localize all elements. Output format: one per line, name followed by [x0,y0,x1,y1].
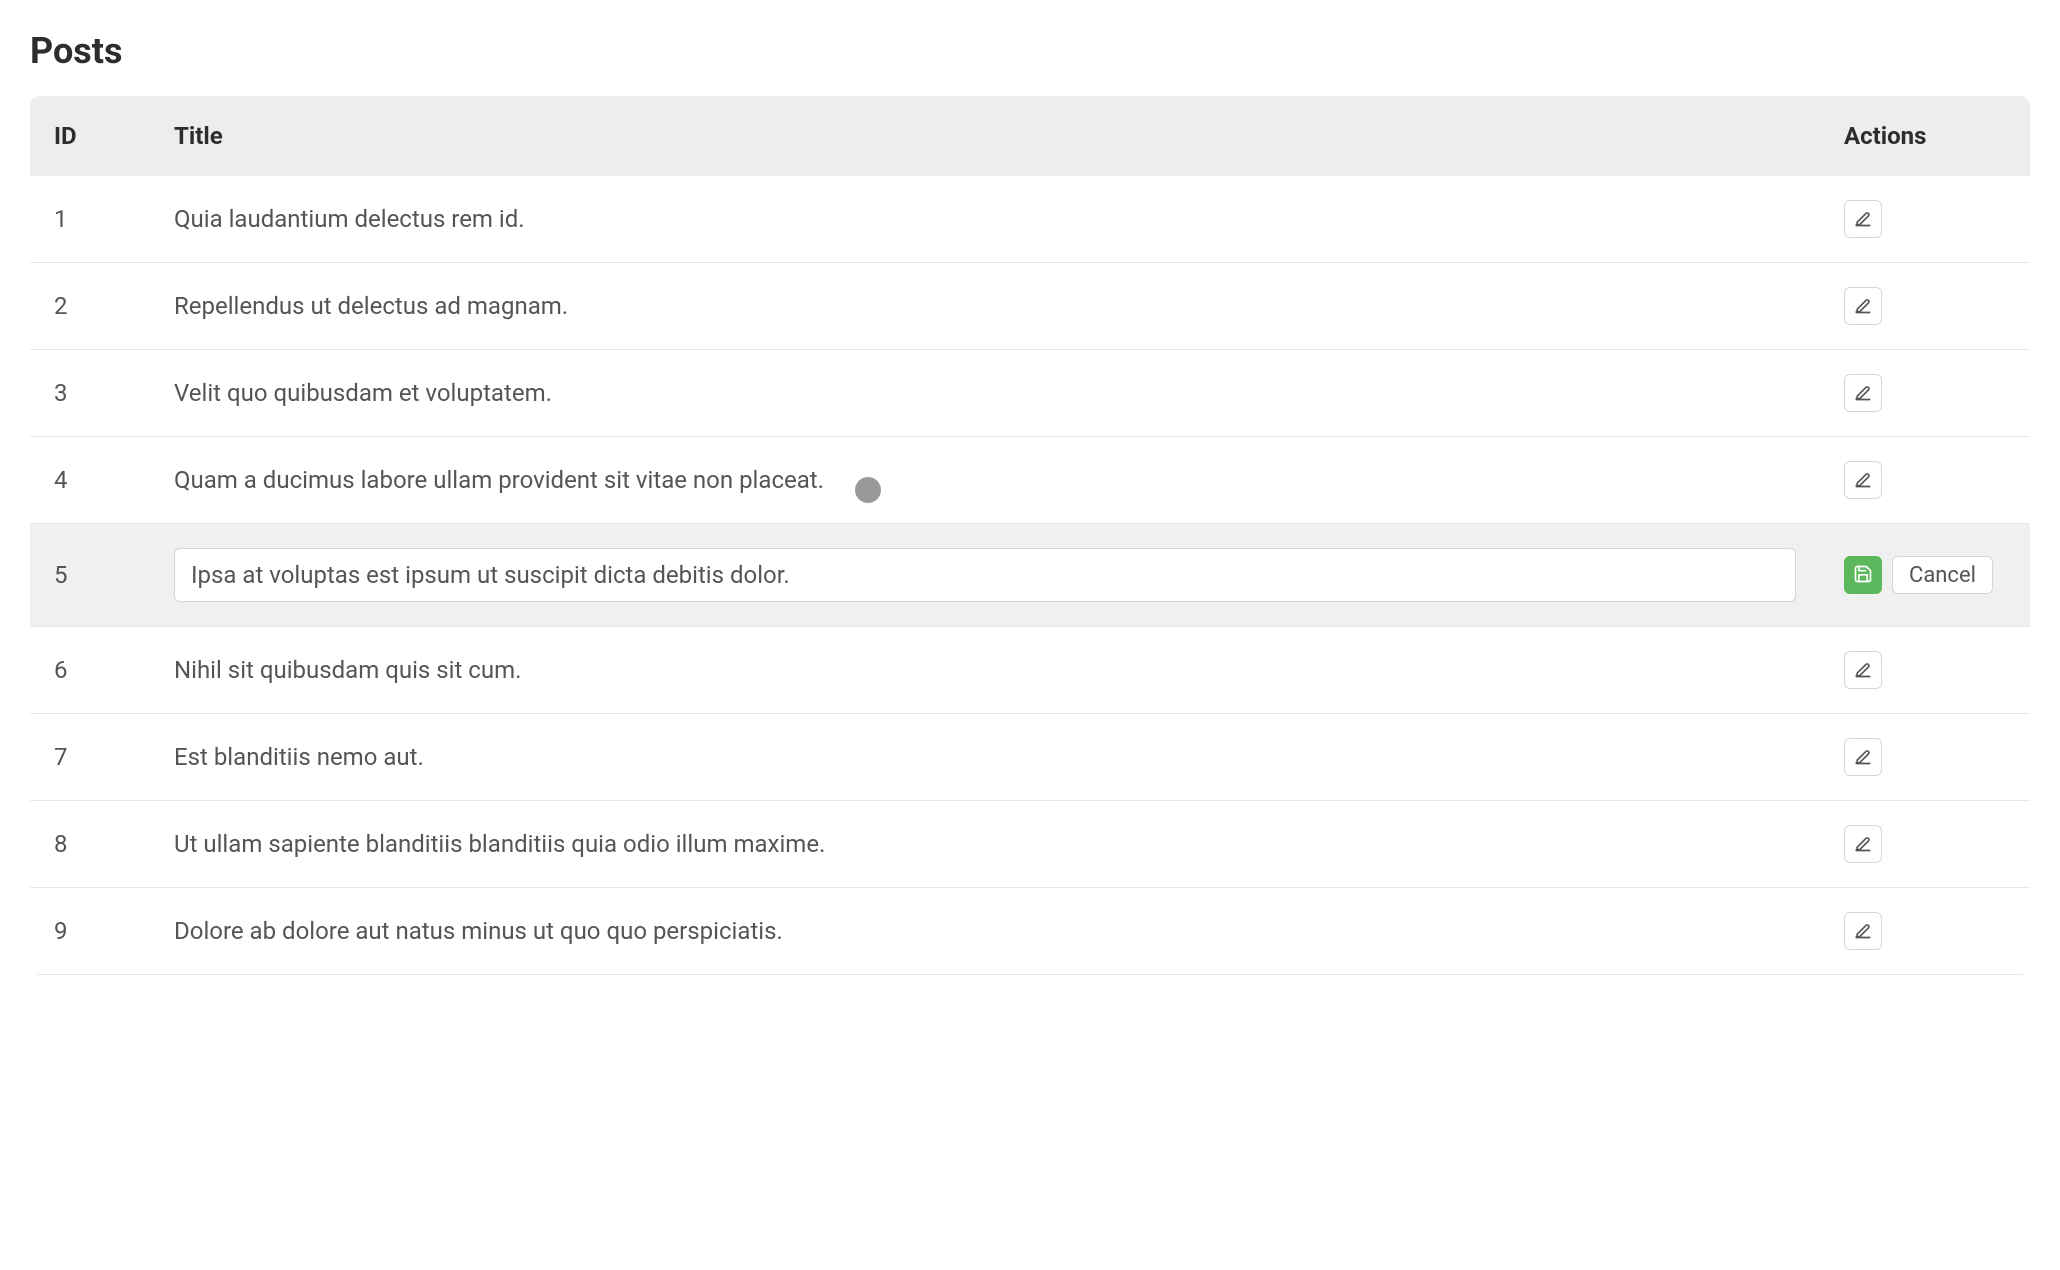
cell-actions: Cancel [1820,524,2030,627]
edit-button[interactable] [1844,912,1882,950]
action-group [1844,912,2006,950]
cell-title: Quam a ducimus labore ullam provident si… [150,437,1820,524]
action-group [1844,651,2006,689]
title-edit-input[interactable] [174,548,1796,602]
cell-id: 1 [30,176,150,263]
table-row: 5 Cancel [30,524,2030,627]
edit-icon [1853,833,1873,856]
cell-title: Repellendus ut delectus ad magnam. [150,263,1820,350]
edit-button[interactable] [1844,651,1882,689]
edit-button[interactable] [1844,461,1882,499]
cell-actions [1820,350,2030,437]
edit-button[interactable] [1844,287,1882,325]
cell-id: 5 [30,524,150,627]
cell-id: 7 [30,714,150,801]
save-button[interactable] [1844,556,1882,594]
edit-button[interactable] [1844,825,1882,863]
action-group [1844,287,2006,325]
edit-icon [1853,659,1873,682]
cell-actions [1820,714,2030,801]
posts-table-wrap: ID Title Actions 1Quia laudantium delect… [30,96,2030,975]
cell-title: Dolore ab dolore aut natus minus ut quo … [150,888,1820,975]
edit-icon [1853,746,1873,769]
table-row: 2Repellendus ut delectus ad magnam. [30,263,2030,350]
cell-actions [1820,801,2030,888]
cell-actions [1820,437,2030,524]
edit-button[interactable] [1844,200,1882,238]
cancel-button[interactable]: Cancel [1892,556,1993,594]
edit-button[interactable] [1844,374,1882,412]
action-group [1844,461,2006,499]
action-group [1844,738,2006,776]
table-row: 1Quia laudantium delectus rem id. [30,176,2030,263]
table-row: 9Dolore ab dolore aut natus minus ut quo… [30,888,2030,975]
cell-title: Ut ullam sapiente blanditiis blanditiis … [150,801,1820,888]
page-title: Posts [30,30,2030,72]
cell-actions [1820,888,2030,975]
table-row: 6Nihil sit quibusdam quis sit cum. [30,627,2030,714]
action-group [1844,825,2006,863]
edit-icon [1853,920,1873,943]
action-group: Cancel [1844,556,2006,594]
table-row: 8Ut ullam sapiente blanditiis blanditiis… [30,801,2030,888]
cell-title: Est blanditiis nemo aut. [150,714,1820,801]
column-header-id: ID [30,96,150,176]
cell-id: 4 [30,437,150,524]
cell-id: 9 [30,888,150,975]
cell-title: Quia laudantium delectus rem id. [150,176,1820,263]
cell-id: 3 [30,350,150,437]
action-group [1844,374,2006,412]
table-row: 4Quam a ducimus labore ullam provident s… [30,437,2030,524]
cell-actions [1820,176,2030,263]
table-header-row: ID Title Actions [30,96,2030,176]
action-group [1844,200,2006,238]
cell-id: 8 [30,801,150,888]
edit-icon [1853,382,1873,405]
column-header-title: Title [150,96,1820,176]
cell-id: 2 [30,263,150,350]
cell-id: 6 [30,627,150,714]
table-row: 3Velit quo quibusdam et voluptatem. [30,350,2030,437]
edit-icon [1853,469,1873,492]
edit-icon [1853,208,1873,231]
edit-button[interactable] [1844,738,1882,776]
cell-title: Velit quo quibusdam et voluptatem. [150,350,1820,437]
posts-table: ID Title Actions 1Quia laudantium delect… [30,96,2030,975]
table-row: 7Est blanditiis nemo aut. [30,714,2030,801]
cell-actions [1820,627,2030,714]
cell-title [150,524,1820,627]
column-header-actions: Actions [1820,96,2030,176]
cell-actions [1820,263,2030,350]
edit-icon [1853,295,1873,318]
cell-title: Nihil sit quibusdam quis sit cum. [150,627,1820,714]
save-icon [1853,564,1873,587]
